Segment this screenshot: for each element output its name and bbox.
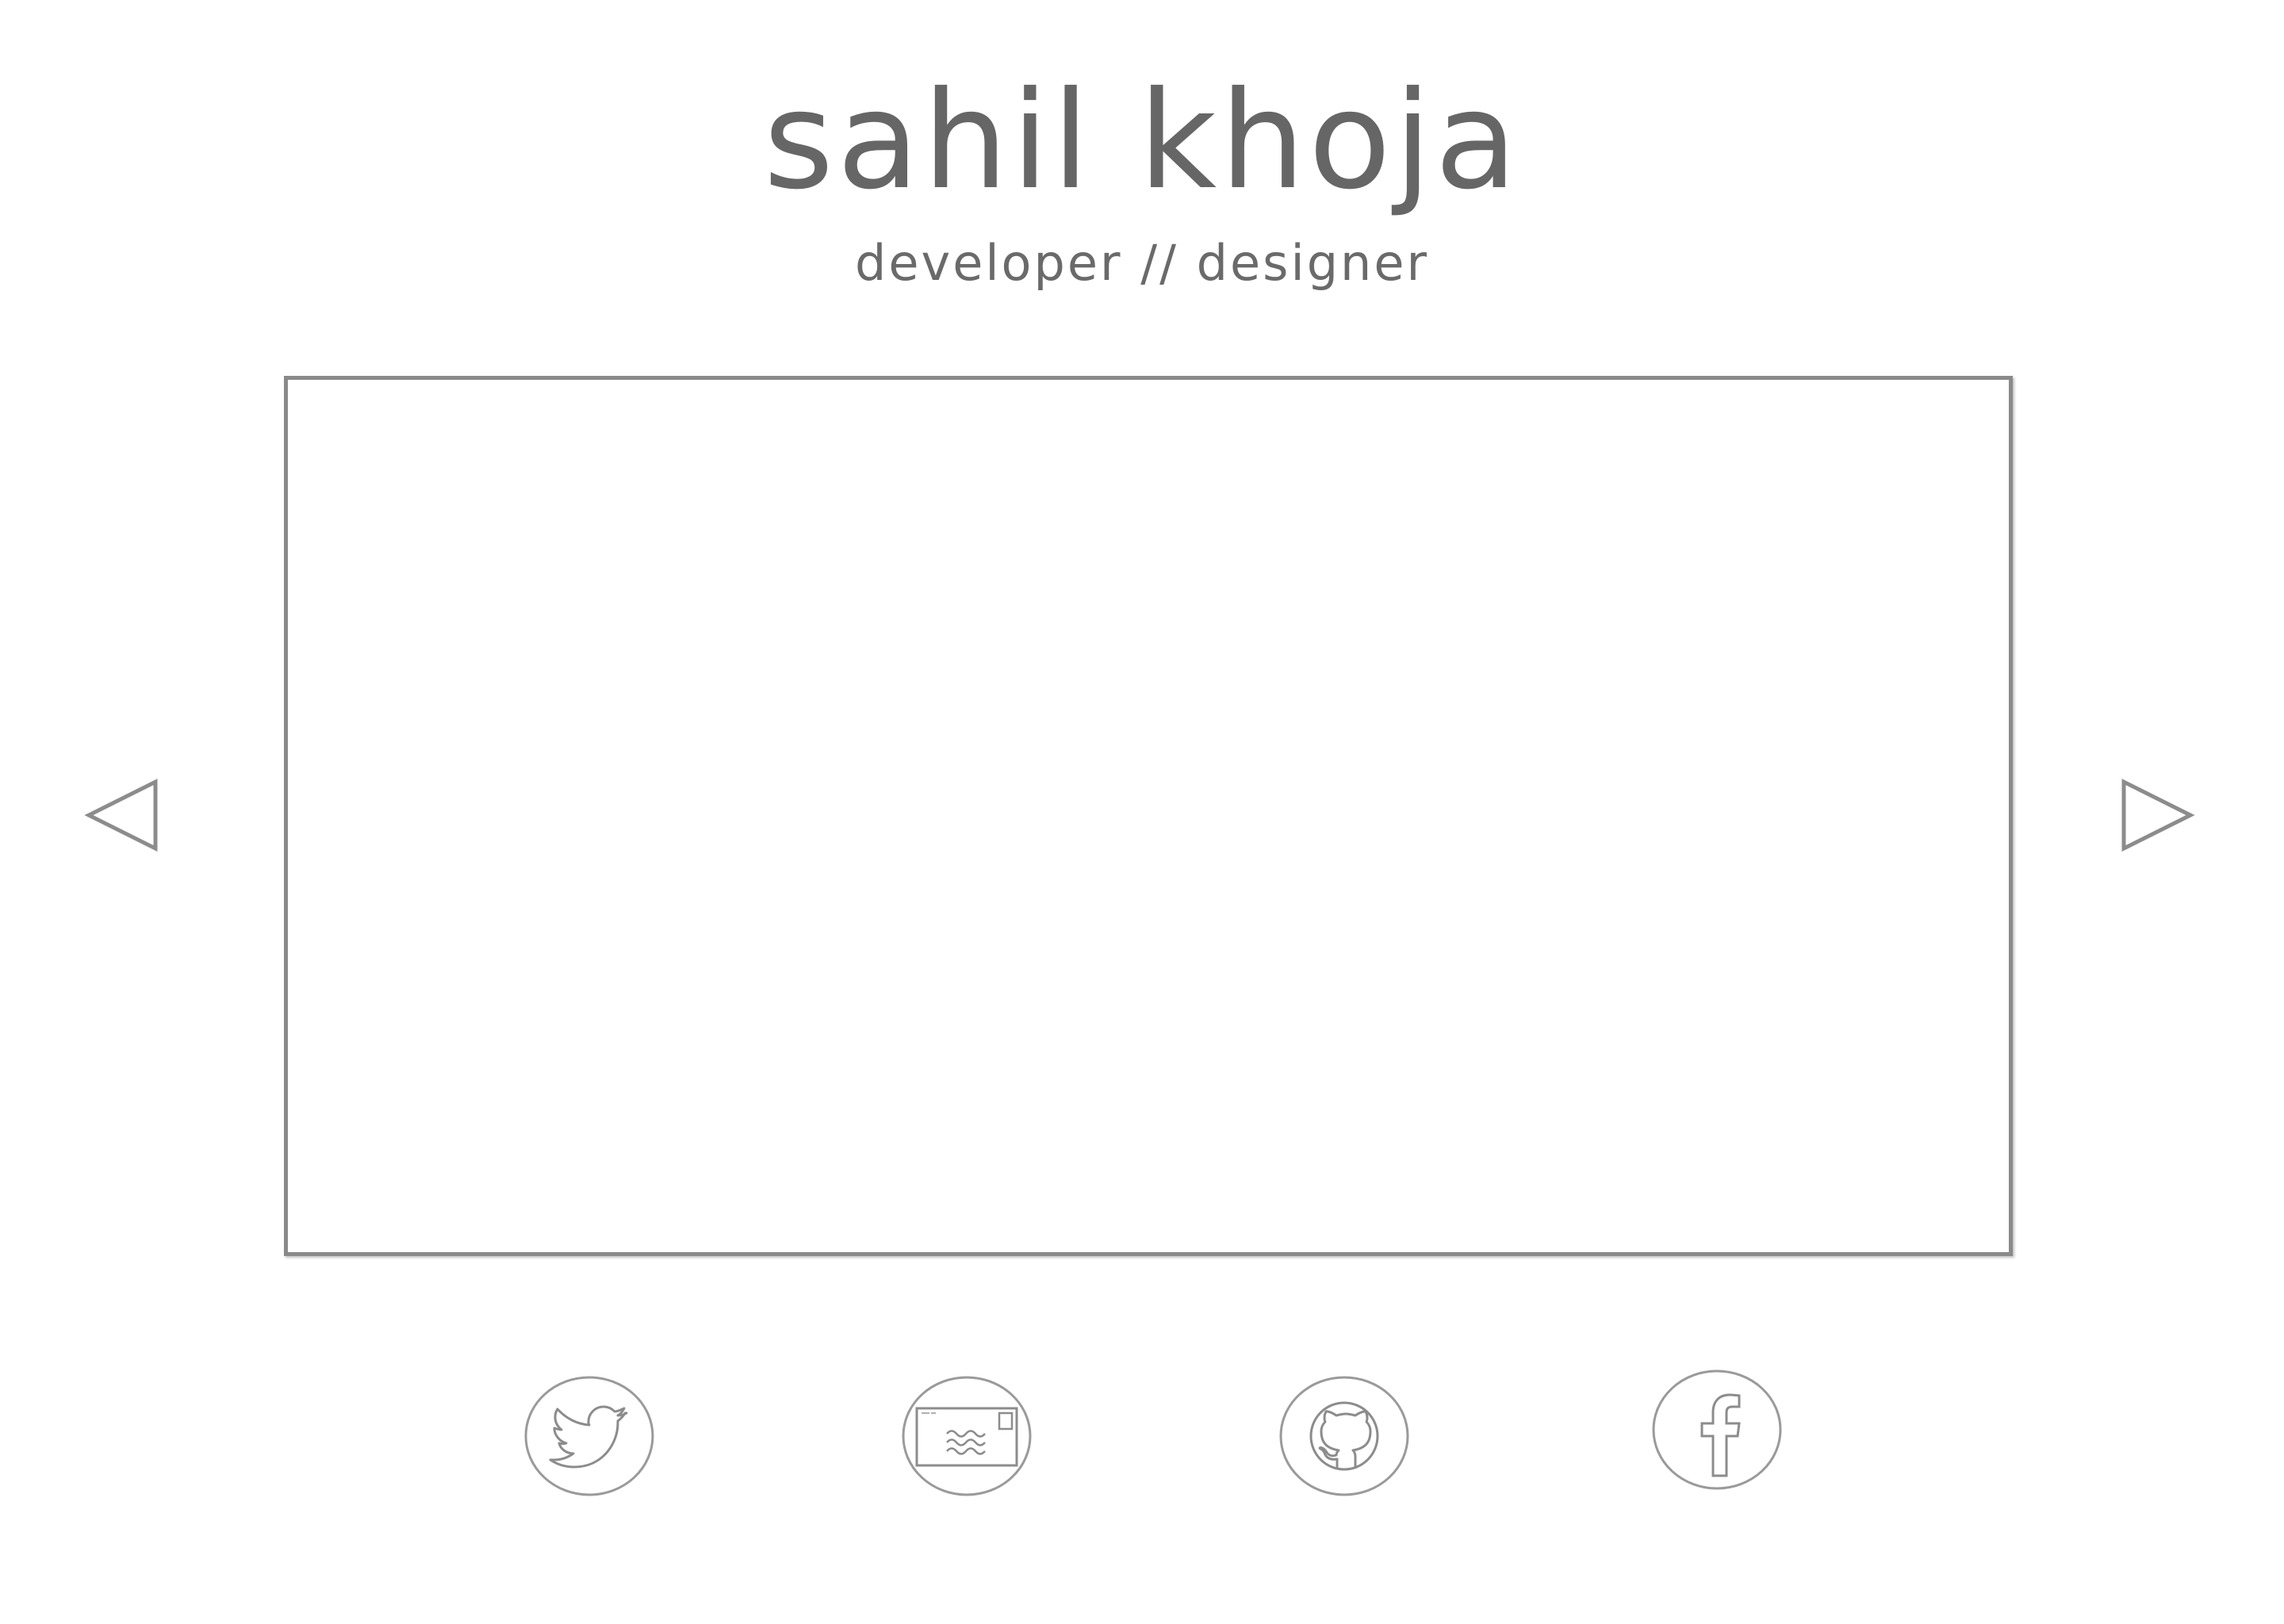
page-subtitle: developer // designer — [855, 234, 1429, 292]
carousel-prev-button[interactable] — [84, 777, 160, 853]
email-link[interactable] — [901, 1375, 1033, 1497]
triangle-right-icon — [2121, 778, 2195, 852]
envelope-icon — [902, 1376, 1032, 1496]
triangle-left-icon — [84, 778, 158, 852]
twitter-icon — [524, 1376, 654, 1496]
facebook-link[interactable] — [1651, 1369, 1783, 1491]
github-link[interactable] — [1278, 1375, 1410, 1497]
github-icon — [1279, 1376, 1409, 1496]
facebook-icon — [1652, 1369, 1782, 1490]
carousel-display — [284, 376, 2013, 1256]
page-title: sahil khoja — [763, 63, 1521, 220]
twitter-link[interactable] — [523, 1375, 655, 1497]
carousel-next-button[interactable] — [2119, 777, 2195, 853]
